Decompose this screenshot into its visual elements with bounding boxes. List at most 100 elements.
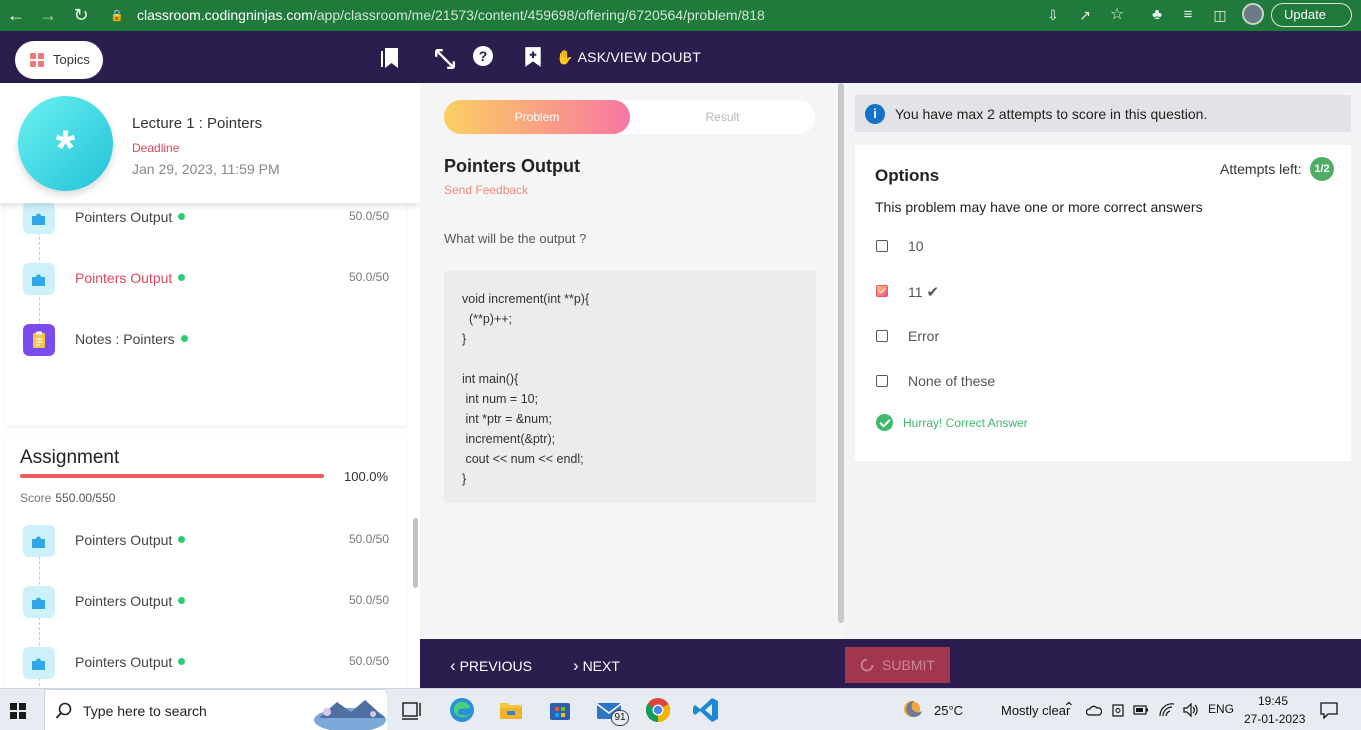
option-label: 10 — [908, 238, 924, 254]
sidebar-scrollbar[interactable] — [413, 518, 418, 588]
sidebar-header: Topics — [0, 31, 420, 83]
onedrive-cloud-icon[interactable] — [1086, 704, 1102, 716]
vscode-icon[interactable] — [692, 696, 720, 724]
bookmark-add-icon[interactable] — [522, 46, 544, 68]
code-line: increment(&ptr); — [462, 432, 556, 446]
assignment-card: Assignment 100.0% Score 550.00/550 Pointe… — [5, 436, 406, 688]
file-explorer-icon[interactable] — [497, 696, 525, 724]
status-dot — [178, 213, 186, 220]
share-icon[interactable]: ↗ — [1074, 4, 1096, 26]
edge-browser-icon[interactable] — [448, 696, 476, 724]
reload-icon[interactable]: ↻ — [70, 4, 92, 26]
install-icon[interactable]: ⇩ — [1042, 4, 1064, 26]
info-icon: i — [865, 104, 885, 124]
assignment-percent: 100.0% — [344, 469, 389, 484]
help-icon[interactable]: ? — [472, 45, 494, 67]
problem-title: Pointers Output — [444, 156, 580, 176]
code-line: } — [462, 332, 467, 346]
list-item[interactable]: Pointers Output 50.0/50 — [5, 638, 406, 688]
address-bar[interactable]: classroom.codingninjas.com/app/classroom… — [137, 4, 765, 26]
submit-button[interactable]: SUBMIT — [845, 647, 950, 683]
clock-date[interactable]: 27-01-2023 — [1244, 712, 1305, 726]
tab-problem[interactable]: Problem — [444, 100, 630, 134]
option-checkbox[interactable] — [876, 375, 888, 387]
device-icon[interactable] — [1111, 702, 1125, 718]
back-arrow-icon[interactable]: ← — [5, 4, 27, 26]
list-item-score: 50.0/50 — [348, 654, 389, 668]
send-feedback-link[interactable]: Send Feedback — [444, 183, 528, 197]
assignment-score: Score 550.00/550 — [20, 491, 116, 505]
language-indicator[interactable]: ENG — [1208, 702, 1234, 716]
chrome-browser-icon[interactable] — [644, 696, 672, 724]
search-icon — [55, 702, 72, 719]
success-check-icon — [876, 414, 893, 431]
list-item-score: 50.0/50 — [348, 209, 389, 223]
list-item-active[interactable]: Pointers Output 50.0/50 — [5, 254, 406, 304]
code-line: int main(){ — [462, 372, 519, 386]
options-card: Options Attempts left: 1/2 This problem … — [855, 145, 1351, 461]
side-panel-icon[interactable]: ◫ — [1209, 4, 1231, 26]
forward-arrow-icon[interactable]: → — [37, 4, 59, 26]
weather-icon[interactable] — [900, 698, 928, 722]
volume-icon[interactable] — [1182, 702, 1200, 718]
option-checkbox[interactable] — [876, 330, 888, 342]
svg-text:?: ? — [479, 48, 488, 64]
weather-description[interactable]: Mostly clear — [1001, 703, 1070, 718]
assignment-title: Assignment — [20, 447, 120, 468]
task-view-icon[interactable] — [398, 696, 426, 724]
puzzle-icon — [23, 647, 55, 679]
taskbar: Type here to search 91 25°C Mostly clear… — [0, 688, 1361, 730]
tab-result[interactable]: Result — [630, 100, 815, 134]
attempts-left-badge: 1/2 — [1310, 157, 1334, 181]
expand-icon[interactable] — [434, 48, 456, 70]
hand-icon: ✋ — [556, 49, 574, 65]
bottom-navigation: ‹ PREVIOUS › NEXT SUBMIT — [420, 639, 1361, 688]
answer-panel: i You have max 2 attempts to score in th… — [844, 83, 1361, 639]
list-item-label: Pointers Output — [75, 532, 186, 548]
option-none-of-these[interactable]: None of these — [875, 370, 1275, 394]
weather-temperature[interactable]: 25°C — [934, 703, 963, 718]
option-checkbox-checked[interactable] — [876, 285, 888, 297]
option-11[interactable]: 11 ✔ — [875, 280, 1275, 304]
previous-button[interactable]: ‹ PREVIOUS — [450, 656, 532, 676]
profile-avatar[interactable] — [1242, 3, 1264, 25]
puzzle-icon — [23, 525, 55, 557]
list-item[interactable]: Pointers Output 50.0/50 — [5, 516, 406, 566]
problem-question: What will be the output ? — [444, 231, 587, 246]
list-item[interactable]: Notes : Pointers — [5, 315, 406, 365]
extensions-icon[interactable]: ♣ — [1146, 4, 1168, 26]
mail-icon[interactable]: 91 — [596, 696, 629, 726]
media-list-icon[interactable]: ≡ — [1177, 4, 1199, 26]
grid-icon — [30, 53, 44, 67]
puzzle-icon — [23, 586, 55, 618]
ask-doubt-button[interactable]: ✋ ASK/VIEW DOUBT — [556, 49, 701, 66]
windows-start-icon[interactable] — [10, 703, 26, 719]
taskbar-search[interactable]: Type here to search — [44, 689, 387, 730]
lock-icon[interactable]: 🔒 — [110, 5, 124, 27]
info-text: You have max 2 attempts to score in this… — [895, 106, 1208, 122]
battery-icon[interactable] — [1133, 704, 1149, 716]
status-dot — [178, 536, 186, 543]
option-10[interactable]: 10 — [875, 235, 1275, 259]
puzzle-icon — [23, 202, 55, 234]
clock-time[interactable]: 19:45 — [1258, 694, 1288, 708]
code-line: } — [462, 472, 467, 486]
status-dot — [180, 335, 188, 342]
store-icon[interactable] — [546, 696, 574, 724]
browser-toolbar: ← → ↻ 🔒 classroom.codingninjas.com/app/c… — [0, 0, 1361, 31]
wifi-icon[interactable] — [1158, 702, 1176, 718]
topics-label: Topics — [53, 52, 90, 67]
star-icon[interactable]: ☆ — [1106, 4, 1128, 26]
notifications-icon[interactable] — [1320, 702, 1338, 719]
status-dot — [178, 274, 186, 281]
code-block: void increment(int **p){ (**p)++; } int … — [444, 271, 816, 503]
list-item[interactable]: Pointers Output 50.0/50 — [5, 577, 406, 627]
option-error[interactable]: Error — [875, 325, 1275, 349]
chevron-up-icon[interactable]: ⌃ — [1063, 699, 1075, 716]
topics-button[interactable]: Topics — [15, 41, 103, 79]
next-button[interactable]: › NEXT — [573, 656, 620, 676]
update-button[interactable]: Update — [1271, 3, 1352, 27]
bookmarks-icon[interactable] — [381, 47, 399, 69]
option-checkbox[interactable] — [876, 240, 888, 252]
deadline-label: Deadline — [132, 141, 180, 155]
